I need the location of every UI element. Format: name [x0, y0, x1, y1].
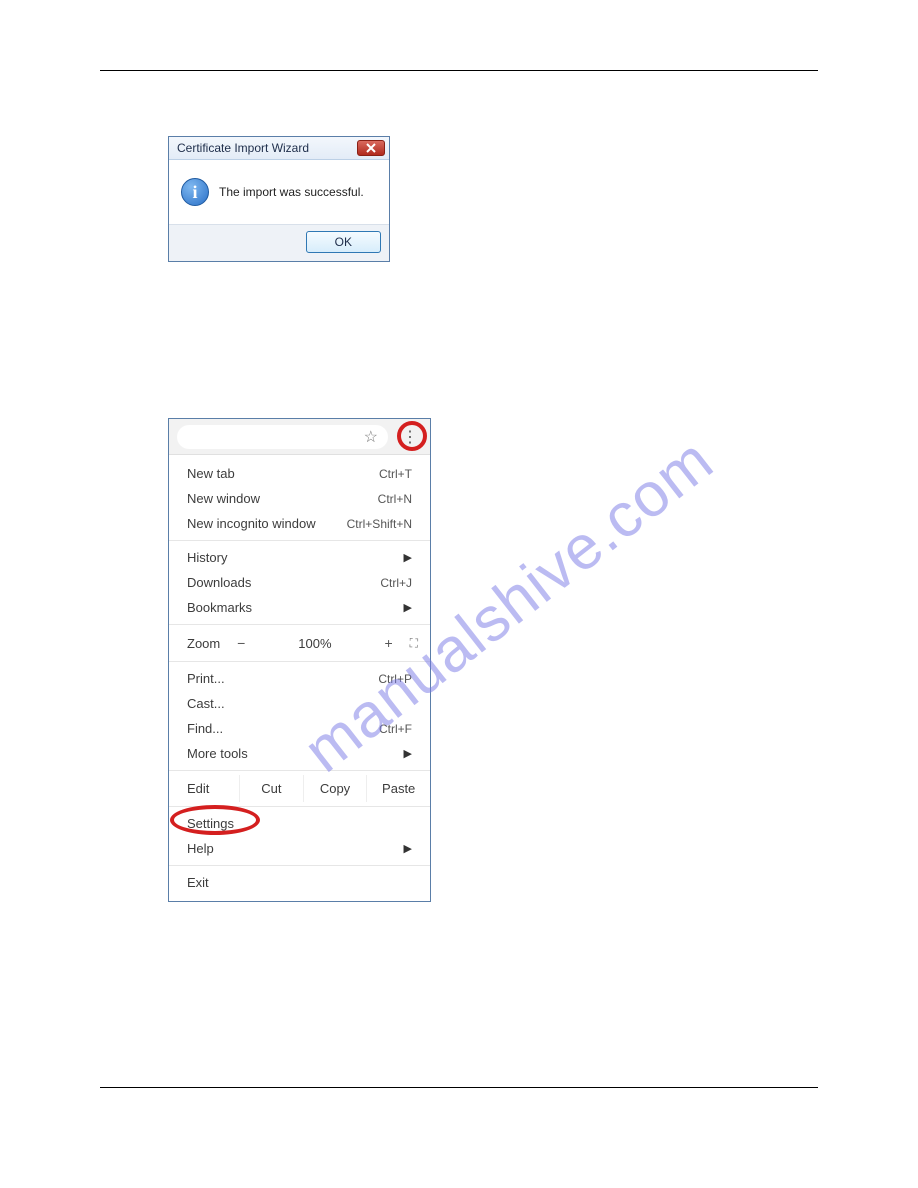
menu-print[interactable]: Print... Ctrl+P [169, 666, 430, 691]
chevron-right-icon: ▶ [404, 842, 412, 855]
dialog-title: Certificate Import Wizard [177, 141, 309, 155]
bookmark-star-icon[interactable]: ☆ [364, 427, 378, 447]
menu-edit-row: Edit Cut Copy Paste [169, 775, 430, 802]
chrome-menu-screenshot: ☆ ⋮ New tab Ctrl+T New window Ctrl+N New… [168, 418, 431, 902]
edit-copy-button[interactable]: Copy [303, 775, 367, 802]
highlight-circle [397, 421, 427, 451]
fullscreen-icon[interactable]: ⛶ [410, 636, 418, 651]
menu-new-tab[interactable]: New tab Ctrl+T [169, 461, 430, 486]
browser-toolbar: ☆ ⋮ [169, 419, 430, 455]
chrome-menu-button[interactable]: ⋮ [398, 425, 422, 449]
close-button[interactable] [357, 140, 385, 156]
edit-paste-button[interactable]: Paste [366, 775, 430, 802]
highlight-circle [170, 805, 260, 835]
address-bar[interactable]: ☆ [177, 425, 388, 449]
chevron-right-icon: ▶ [404, 747, 412, 760]
dialog-titlebar: Certificate Import Wizard [169, 137, 389, 160]
zoom-value: 100% [262, 636, 367, 651]
zoom-out-button[interactable]: − [234, 635, 248, 651]
info-icon: i [181, 178, 209, 206]
edit-cut-button[interactable]: Cut [239, 775, 303, 802]
menu-history[interactable]: History ▶ [169, 545, 430, 570]
menu-cast[interactable]: Cast... [169, 691, 430, 716]
certificate-import-dialog: Certificate Import Wizard i The import w… [168, 136, 390, 262]
menu-new-incognito[interactable]: New incognito window Ctrl+Shift+N [169, 511, 430, 536]
menu-help[interactable]: Help ▶ [169, 836, 430, 861]
menu-bookmarks[interactable]: Bookmarks ▶ [169, 595, 430, 620]
menu-exit[interactable]: Exit [169, 870, 430, 895]
menu-more-tools[interactable]: More tools ▶ [169, 741, 430, 766]
menu-new-window[interactable]: New window Ctrl+N [169, 486, 430, 511]
dialog-message: The import was successful. [219, 185, 364, 199]
zoom-in-button[interactable]: + [382, 635, 396, 651]
menu-find[interactable]: Find... Ctrl+F [169, 716, 430, 741]
menu-zoom: Zoom − 100% + ⛶ [169, 629, 430, 657]
ok-button[interactable]: OK [306, 231, 381, 253]
chrome-menu: New tab Ctrl+T New window Ctrl+N New inc… [169, 455, 430, 901]
chevron-right-icon: ▶ [404, 551, 412, 564]
close-icon [366, 143, 376, 153]
menu-downloads[interactable]: Downloads Ctrl+J [169, 570, 430, 595]
chevron-right-icon: ▶ [404, 601, 412, 614]
